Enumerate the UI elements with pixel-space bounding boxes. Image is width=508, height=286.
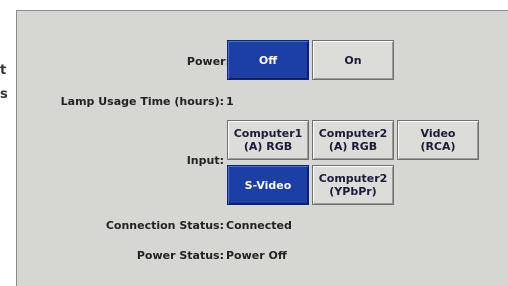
edge-text-fragment: s [0,88,8,101]
page: t s Power: Off On Lamp Usage Time (hours… [0,0,508,286]
lamp-usage-value: 1 [226,95,234,108]
projector-control-panel: Power: Off On Lamp Usage Time (hours): 1… [16,10,508,286]
power-off-button[interactable]: Off [227,40,309,80]
power-status-value: Power Off [226,249,287,262]
input-computer2-rgb-button[interactable]: Computer2 (A) RGB [312,120,394,160]
lamp-usage-label: Lamp Usage Time (hours): [60,95,224,108]
power-label: Power: [186,55,230,68]
edge-text-fragment: t [0,64,7,77]
input-video-rca-button[interactable]: Video (RCA) [397,120,479,160]
input-computer1-rgb-button[interactable]: Computer1 (A) RGB [227,120,309,160]
connection-status-label: Connection Status: [105,219,224,232]
input-computer2-ypbpr-button[interactable]: Computer2 (YPbPr) [312,165,394,205]
input-label: Input: [186,154,224,167]
power-on-button[interactable]: On [312,40,394,80]
connection-status-value: Connected [226,219,292,232]
input-svideo-button[interactable]: S-Video [227,165,309,205]
power-status-label: Power Status: [136,249,224,262]
